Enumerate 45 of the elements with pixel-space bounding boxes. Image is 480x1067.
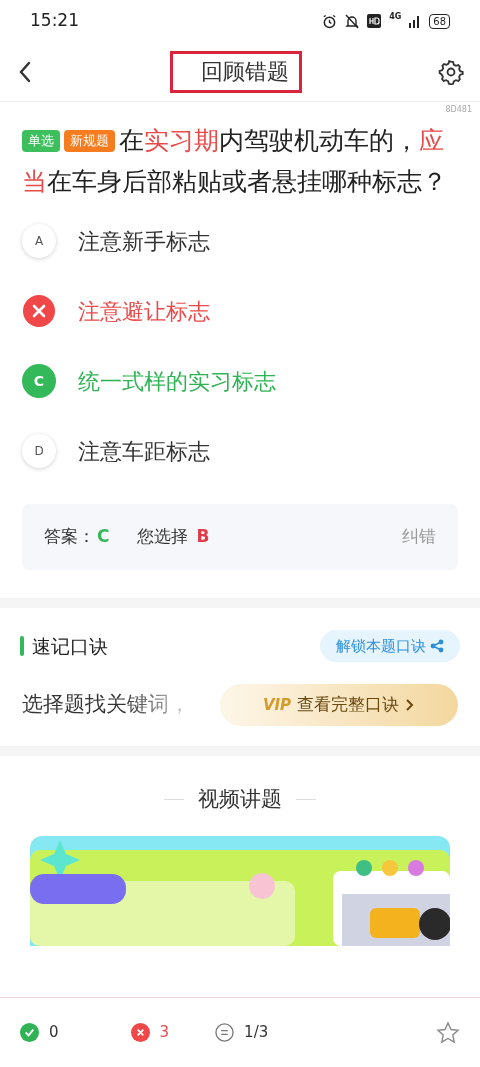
list-icon[interactable] [215, 1023, 235, 1042]
question-text: 单选 新规题 在实习期内驾驶机动车的，应当在车身后部粘贴或者悬挂哪种标志？ [21, 125, 448, 198]
question-tag: 新规题 [64, 130, 115, 152]
signal-icon [409, 14, 422, 28]
question-id: 8D481 [445, 104, 472, 116]
option-text: 统一式样的实习标志 [78, 367, 276, 396]
option-item[interactable]: 注意避让标志 [0, 276, 480, 346]
settings-icon[interactable] [438, 58, 464, 85]
option-letter: D [22, 434, 56, 468]
wrong-icon [130, 1023, 150, 1042]
alarm-icon [322, 13, 338, 29]
option-text: 注意避让标志 [78, 297, 210, 326]
chosen-label: 您选择 [137, 525, 189, 549]
option-text: 注意车距标志 [78, 437, 210, 466]
star-icon[interactable] [436, 1020, 460, 1045]
section-title: 速记口诀 [32, 633, 108, 659]
question-tag: 单选 [22, 130, 60, 152]
wrong-icon [22, 294, 56, 328]
option-letter: C [22, 364, 56, 398]
check-icon [20, 1023, 39, 1042]
wrong-count: 3 [159, 1022, 170, 1044]
correct-count: 0 [49, 1022, 59, 1044]
option-letter: A [22, 224, 56, 258]
status-time: 15:21 [30, 9, 79, 33]
section-marker [20, 636, 24, 656]
correct-answer: C [97, 525, 110, 549]
progress-count: 1/3 [244, 1022, 269, 1044]
muted-bell-icon [345, 13, 360, 29]
video-section-title: 视频讲题 [198, 786, 282, 813]
option-item[interactable]: A 注意新手标志 [0, 206, 480, 276]
unlock-button[interactable]: 解锁本题口诀 [320, 630, 460, 662]
answer-label: 答案： [44, 525, 95, 549]
share-icon [430, 639, 444, 653]
report-error-link[interactable]: 纠错 [402, 524, 436, 550]
vip-label: VIP [262, 694, 292, 716]
chosen-answer: B [196, 525, 210, 549]
network-label: 4G [389, 11, 402, 23]
chevron-icon [405, 698, 416, 712]
hd-icon [367, 14, 382, 28]
battery-level: 68 [429, 13, 450, 29]
page-title: 回顾错题 [170, 50, 302, 93]
option-item[interactable]: C 统一式样的实习标志 [0, 346, 480, 416]
vip-button[interactable]: VIP 查看完整口诀 [220, 684, 458, 726]
option-text: 注意新手标志 [78, 227, 210, 256]
option-item[interactable]: D 注意车距标志 [0, 416, 480, 486]
